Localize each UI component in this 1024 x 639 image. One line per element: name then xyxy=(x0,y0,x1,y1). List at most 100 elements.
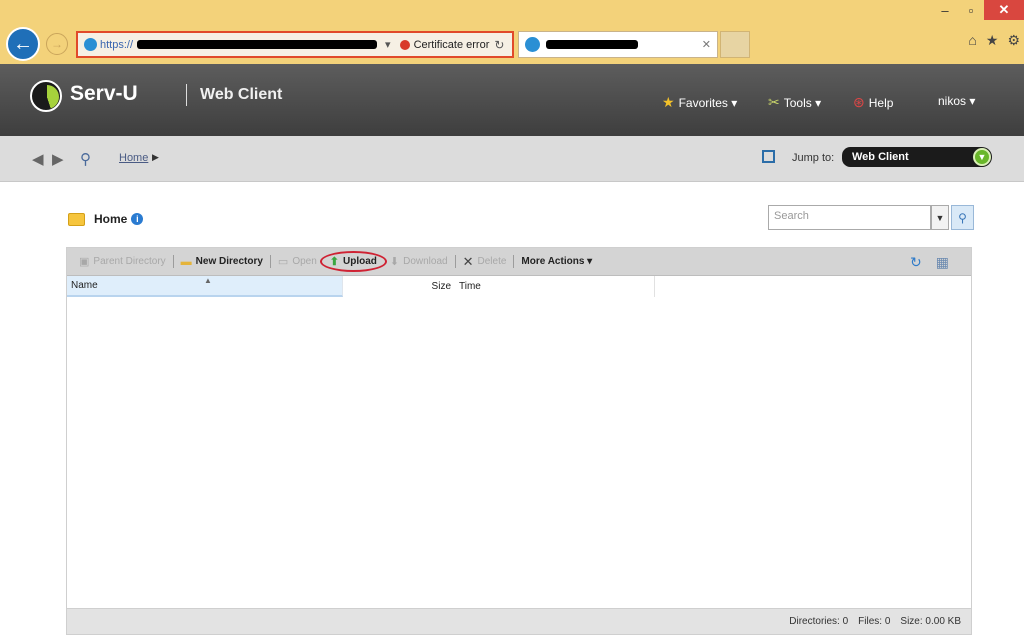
address-dropdown-icon[interactable]: ▾ xyxy=(385,38,391,51)
folder-icon xyxy=(68,212,85,226)
help-label: Help xyxy=(868,95,894,110)
user-menu[interactable]: nikos ▾ xyxy=(938,94,975,108)
more-actions-menu[interactable]: More Actions ▾ xyxy=(521,256,592,267)
download-icon: ⬇ xyxy=(389,256,400,268)
table-header: Name ▲ Size Time xyxy=(67,276,971,297)
redacted-url xyxy=(137,40,378,49)
parent-directory-icon: ▣ xyxy=(79,256,90,268)
favorites-label: Favorites ▾ xyxy=(678,95,738,110)
parent-directory-button[interactable]: ▣ Parent Directory xyxy=(79,255,166,268)
star-icon: ★ xyxy=(662,94,675,110)
tools-icon: ✂ xyxy=(768,94,780,110)
folder-name: Home xyxy=(94,212,128,226)
header-divider xyxy=(186,84,187,106)
favorites-menu[interactable]: ★ Favorites ▾ xyxy=(662,94,737,111)
more-actions-label: More Actions ▾ xyxy=(521,256,593,267)
gear-icon[interactable]: ⚙ xyxy=(1007,32,1020,49)
toolbar-divider xyxy=(172,255,174,268)
app-subtitle: Web Client xyxy=(200,86,283,103)
window-controls: – ▫ ✕ xyxy=(932,0,1024,22)
refresh-icon[interactable]: ↻ xyxy=(910,254,922,271)
panel-tools: ↻ ▦ xyxy=(910,254,949,271)
info-icon[interactable]: i xyxy=(131,213,144,225)
column-size-label: Size xyxy=(431,281,451,292)
address-bar[interactable]: https:// ▾ Certificate error ↻ xyxy=(76,31,514,58)
new-folder-icon: ▬ xyxy=(180,255,192,268)
status-bar: Directories: 0 Files: 0 Size: 0.00 KB xyxy=(67,608,971,634)
delete-x-icon: ✕ xyxy=(462,253,474,269)
column-name-label: Name xyxy=(71,280,98,291)
toolbar-divider xyxy=(454,255,456,268)
browser-toolbar-icons: ⌂ ★ ⚙ xyxy=(968,32,1020,49)
new-directory-label: New Directory xyxy=(195,256,263,267)
ie-tab-icon xyxy=(525,37,540,52)
folder-title: Home i xyxy=(68,212,144,226)
ie-page-icon xyxy=(84,38,97,51)
column-name[interactable]: Name ▲ xyxy=(67,276,343,297)
chevron-down-icon[interactable]: ▼ xyxy=(973,148,991,166)
view-grid-icon[interactable]: ▦ xyxy=(936,254,949,271)
status-directories: Directories: 0 xyxy=(789,616,849,627)
certificate-error-icon[interactable] xyxy=(399,39,410,50)
toolbar-divider xyxy=(513,255,515,268)
new-tab-button[interactable] xyxy=(720,31,750,58)
help-menu[interactable]: ⊛ Help xyxy=(853,94,893,111)
column-time[interactable]: Time xyxy=(455,276,655,297)
jump-to-select[interactable]: Web Client ▼ xyxy=(842,147,992,167)
browser-chrome: – ▫ ✕ ← → https:// ▾ Certificate error ↻… xyxy=(0,0,1024,64)
breadcrumb-arrow-icon: ▶ xyxy=(152,152,159,162)
sort-ascending-icon: ▲ xyxy=(204,276,212,285)
open-button[interactable]: ▭ Open xyxy=(278,255,317,268)
column-time-label: Time xyxy=(459,281,481,292)
lifebuoy-icon: ⊛ xyxy=(853,94,865,110)
star-icon[interactable]: ★ xyxy=(986,32,999,49)
upload-arrow-icon: ⬆ xyxy=(329,256,339,268)
jump-to-value: Web Client xyxy=(852,151,909,163)
restore-button[interactable]: ▫ xyxy=(958,0,984,20)
upload-button[interactable]: ⬆ Upload xyxy=(319,251,387,272)
browser-tab[interactable]: ✕ xyxy=(518,31,718,58)
forward-icon[interactable]: ▶ xyxy=(52,150,64,168)
address-url-prefix: https:// xyxy=(100,38,134,51)
breadcrumb-home[interactable]: Home xyxy=(119,152,148,164)
parent-directory-label: Parent Directory xyxy=(93,256,166,267)
actions-toolbar: ▣ Parent Directory ▬ New Directory ▭ Ope… xyxy=(67,248,971,276)
status-files: Files: 0 xyxy=(858,616,891,627)
file-browser-panel: ▣ Parent Directory ▬ New Directory ▭ Ope… xyxy=(66,247,972,635)
open-label: Open xyxy=(292,256,317,267)
app-header: Serv-U Web Client ★ Favorites ▾ ✂ Tools … xyxy=(0,64,1024,136)
navigation-toolbar: ◀ ▶ ⚲ Home ▶ Jump to: Web Client ▼ xyxy=(0,136,1024,182)
tools-menu[interactable]: ✂ Tools ▾ xyxy=(768,94,821,111)
search-options-icon[interactable]: ▼ xyxy=(931,205,949,230)
toolbar-divider xyxy=(269,255,271,268)
delete-label: Delete xyxy=(477,256,507,267)
column-size[interactable]: Size xyxy=(343,276,455,297)
download-label: Download xyxy=(403,256,448,267)
home-icon[interactable]: ⌂ xyxy=(968,32,976,49)
refresh-icon[interactable]: ↻ xyxy=(494,38,504,52)
upload-label: Upload xyxy=(343,256,377,267)
certificate-error-label[interactable]: Certificate error xyxy=(414,39,490,51)
new-directory-button[interactable]: ▬ New Directory xyxy=(181,256,263,268)
tab-close-icon[interactable]: ✕ xyxy=(702,38,711,51)
column-filler xyxy=(655,276,971,297)
search-icon[interactable]: ⚲ xyxy=(80,150,91,168)
back-icon[interactable]: ◀ xyxy=(32,150,44,168)
back-arrow-icon[interactable]: ← xyxy=(6,27,40,61)
minimize-button[interactable]: – xyxy=(932,0,958,20)
open-folder-icon: ▭ xyxy=(277,256,289,268)
close-button[interactable]: ✕ xyxy=(984,0,1024,20)
jump-to-label: Jump to: xyxy=(792,152,835,164)
status-size: Size: 0.00 KB xyxy=(900,616,961,627)
forward-arrow-icon[interactable]: → xyxy=(46,33,68,55)
tools-label: Tools ▾ xyxy=(783,95,822,110)
delete-button[interactable]: ✕ Delete xyxy=(463,254,507,270)
search-go-icon[interactable]: ⚲ xyxy=(951,205,974,230)
redacted-tab-title xyxy=(546,40,638,49)
user-label: nikos ▾ xyxy=(938,94,976,108)
download-button[interactable]: ⬇ Download xyxy=(390,255,448,268)
popout-icon[interactable] xyxy=(762,150,775,163)
search-input[interactable]: Search xyxy=(768,205,931,230)
serv-u-logo-icon xyxy=(30,80,62,112)
app-brand: Serv-U xyxy=(70,82,138,105)
